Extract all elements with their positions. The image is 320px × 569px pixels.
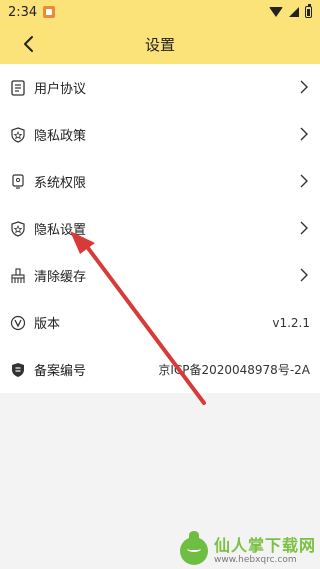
settings-item-user-agreement[interactable]: 用户协议 (0, 64, 320, 111)
chevron-right-icon (296, 220, 312, 236)
cactus-mascot-icon (180, 531, 208, 565)
back-button[interactable] (16, 32, 40, 56)
settings-item-label: 清除缓存 (34, 270, 87, 285)
version-value: v1.2.1 (272, 315, 310, 330)
icp-value: 京ICP备2020048978号-2A (158, 363, 310, 377)
watermark: 仙人掌下载网 www.hebxqrc.com (180, 531, 320, 569)
chevron-right-icon (296, 79, 312, 95)
settings-item-icp-number: 备案编号 京ICP备2020048978号-2A (0, 346, 320, 393)
watermark-url: www.hebxqrc.com (214, 555, 297, 565)
settings-item-version: 版本 v1.2.1 (0, 299, 320, 346)
shield-star-icon (10, 220, 26, 237)
app-header: 设置 (0, 24, 320, 64)
status-bar: 2:34 (0, 0, 320, 24)
broom-icon (10, 267, 26, 284)
wifi-icon (269, 7, 283, 17)
settings-item-privacy-policy[interactable]: 隐私政策 (0, 111, 320, 158)
settings-item-label: 隐私政策 (34, 129, 87, 144)
settings-item-label: 系统权限 (34, 176, 87, 191)
shield-star-icon (10, 126, 26, 143)
back-arrow-icon (24, 36, 33, 52)
settings-item-label: 版本 (34, 317, 61, 332)
document-icon (10, 79, 26, 96)
settings-item-label: 用户协议 (34, 82, 87, 97)
chevron-right-icon (296, 173, 312, 189)
shield-badge-icon (10, 362, 26, 378)
settings-item-label: 隐私设置 (34, 223, 87, 238)
chevron-right-icon (296, 126, 312, 142)
notification-icon (43, 6, 56, 18)
watermark-title: 仙人掌下载网 (214, 536, 317, 555)
settings-item-label: 备案编号 (34, 364, 87, 379)
chevron-right-icon (296, 267, 312, 283)
settings-item-system-permissions[interactable]: 系统权限 (0, 158, 320, 205)
settings-item-privacy-settings[interactable]: 隐私设置 (0, 205, 320, 252)
phone-lock-icon (10, 173, 26, 190)
signal-icon (289, 7, 299, 17)
settings-item-clear-cache[interactable]: 清除缓存 (0, 252, 320, 299)
status-icons (269, 4, 312, 18)
version-v-icon (10, 315, 26, 331)
battery-icon (305, 4, 312, 18)
page-title: 设置 (144, 35, 175, 54)
status-time: 2:34 (8, 4, 38, 20)
settings-list: 用户协议 隐私政策 系统权限 隐私设置 清除缓存 版本 v1.2.1 备案编号 … (0, 64, 320, 393)
